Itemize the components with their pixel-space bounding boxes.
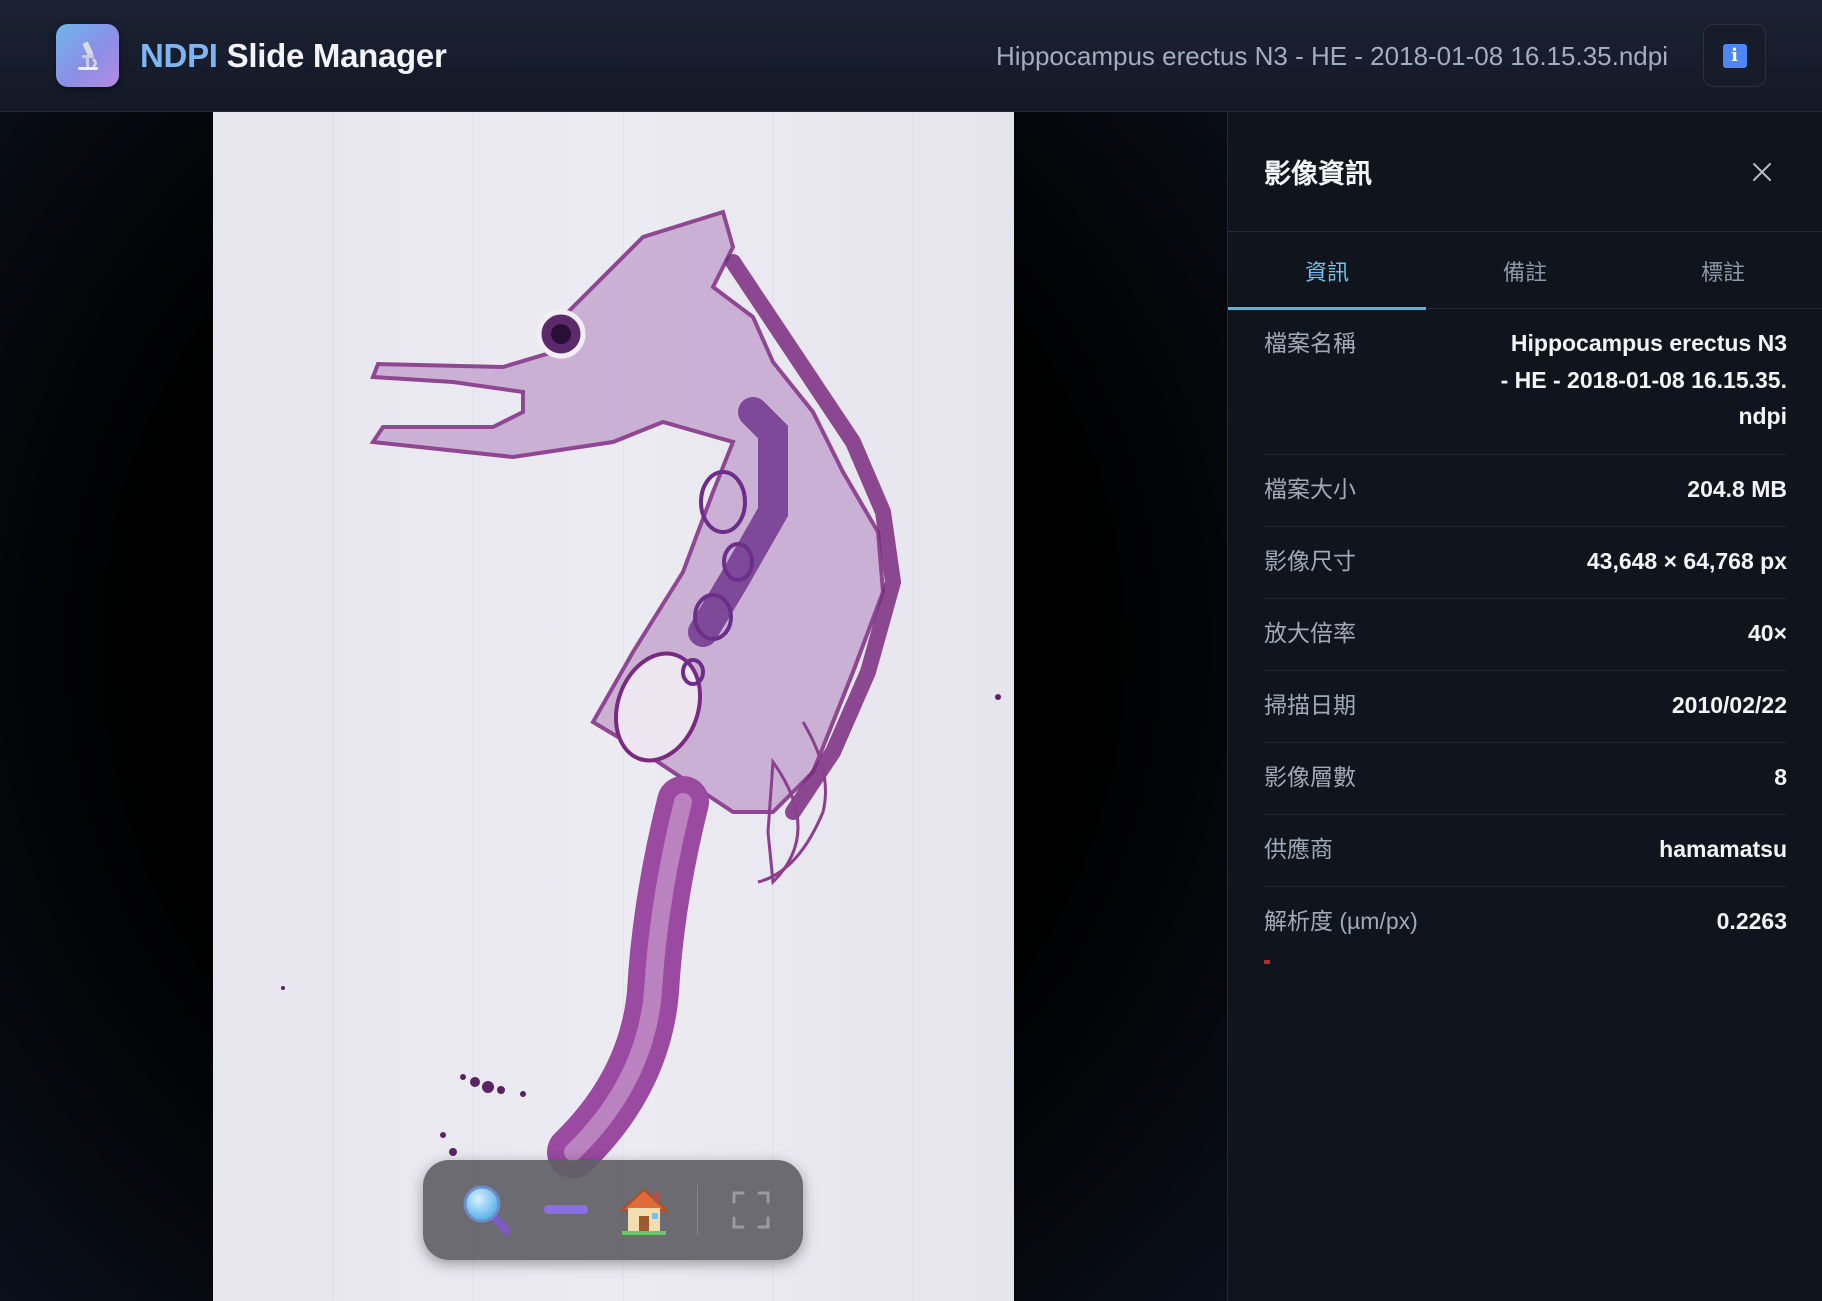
info-label: 放大倍率 xyxy=(1264,619,1356,646)
info-value: hamamatsu xyxy=(1659,835,1787,862)
info-row-filename: 檔案名稱 Hippocampus erectus N3 - HE - 2018-… xyxy=(1264,309,1787,455)
panel-header: 影像資訊 xyxy=(1228,112,1822,232)
minus-icon xyxy=(544,1205,588,1214)
info-label: 掃描日期 xyxy=(1264,691,1356,718)
info-row-scan-date: 掃描日期 2010/02/22 xyxy=(1264,671,1787,743)
info-list: 檔案名稱 Hippocampus erectus N3 - HE - 2018-… xyxy=(1264,309,1787,958)
info-row-dimensions: 影像尺寸 43,648 × 64,768 px xyxy=(1264,527,1787,599)
tab-notes[interactable]: 備註 xyxy=(1426,233,1624,309)
panel-tabs: 資訊 備註 標註 xyxy=(1228,233,1822,310)
info-row-vendor: 供應商 hamamatsu xyxy=(1264,815,1787,887)
slide-viewer[interactable] xyxy=(0,112,1227,1301)
seahorse-specimen-image xyxy=(213,112,1014,1301)
app-logo[interactable] xyxy=(56,24,119,87)
app-brand: NDPI xyxy=(140,37,218,74)
info-value: Hippocampus erectus N3 - HE - 2018-01-08… xyxy=(1500,330,1787,429)
info-label: 解析度 (µm/px) xyxy=(1264,907,1418,934)
info-row-filesize: 檔案大小 204.8 MB xyxy=(1264,455,1787,527)
info-row-resolution: 解析度 (µm/px) 0.2263 xyxy=(1264,887,1787,958)
info-value: 2010/02/22 xyxy=(1671,691,1787,718)
magnifier-icon xyxy=(463,1185,511,1235)
info-label: 檔案名稱 xyxy=(1264,330,1356,356)
zoom-out-button[interactable] xyxy=(531,1175,601,1245)
info-value: 8 xyxy=(1774,763,1787,790)
info-label: 影像層數 xyxy=(1264,763,1356,790)
info-row-magnification: 放大倍率 40× xyxy=(1264,599,1787,671)
info-row-levels: 影像層數 8 xyxy=(1264,743,1787,815)
zoom-in-button[interactable] xyxy=(453,1175,523,1245)
info-toggle-button[interactable]: i xyxy=(1703,24,1766,87)
info-value: 0.2263 xyxy=(1716,907,1787,934)
status-dot xyxy=(1264,960,1270,964)
close-icon xyxy=(1753,163,1771,181)
info-value: 204.8 MB xyxy=(1687,475,1787,502)
microscope-icon xyxy=(77,41,98,70)
info-value: 43,648 × 64,768 px xyxy=(1586,547,1787,574)
info-label: 檔案大小 xyxy=(1264,475,1356,502)
fullscreen-icon xyxy=(732,1191,770,1229)
info-icon: i xyxy=(1722,43,1747,68)
info-label: 供應商 xyxy=(1264,835,1333,862)
close-panel-button[interactable] xyxy=(1740,150,1784,194)
current-file-name: Hippocampus erectus N3 - HE - 2018-01-08… xyxy=(995,40,1668,71)
info-value: 40× xyxy=(1747,619,1787,646)
panel-title: 影像資訊 xyxy=(1264,159,1372,189)
house-icon xyxy=(619,1188,669,1235)
fullscreen-button[interactable] xyxy=(716,1175,786,1245)
tab-info[interactable]: 資訊 xyxy=(1228,233,1426,310)
app-title-rest: Slide Manager xyxy=(226,37,447,74)
toolbar-divider xyxy=(697,1185,698,1235)
app-header: NDPI Slide Manager Hippocampus erectus N… xyxy=(0,0,1822,112)
info-panel: 影像資訊 資訊 備註 標註 檔案名稱 Hippocampus erectus N… xyxy=(1227,112,1822,1301)
info-label: 影像尺寸 xyxy=(1264,547,1356,574)
app-title: NDPI Slide Manager xyxy=(140,34,447,78)
tab-annotations[interactable]: 標註 xyxy=(1624,233,1822,309)
home-button[interactable] xyxy=(609,1175,679,1245)
slide-image[interactable] xyxy=(213,112,1014,1301)
viewer-toolbar xyxy=(423,1160,803,1260)
